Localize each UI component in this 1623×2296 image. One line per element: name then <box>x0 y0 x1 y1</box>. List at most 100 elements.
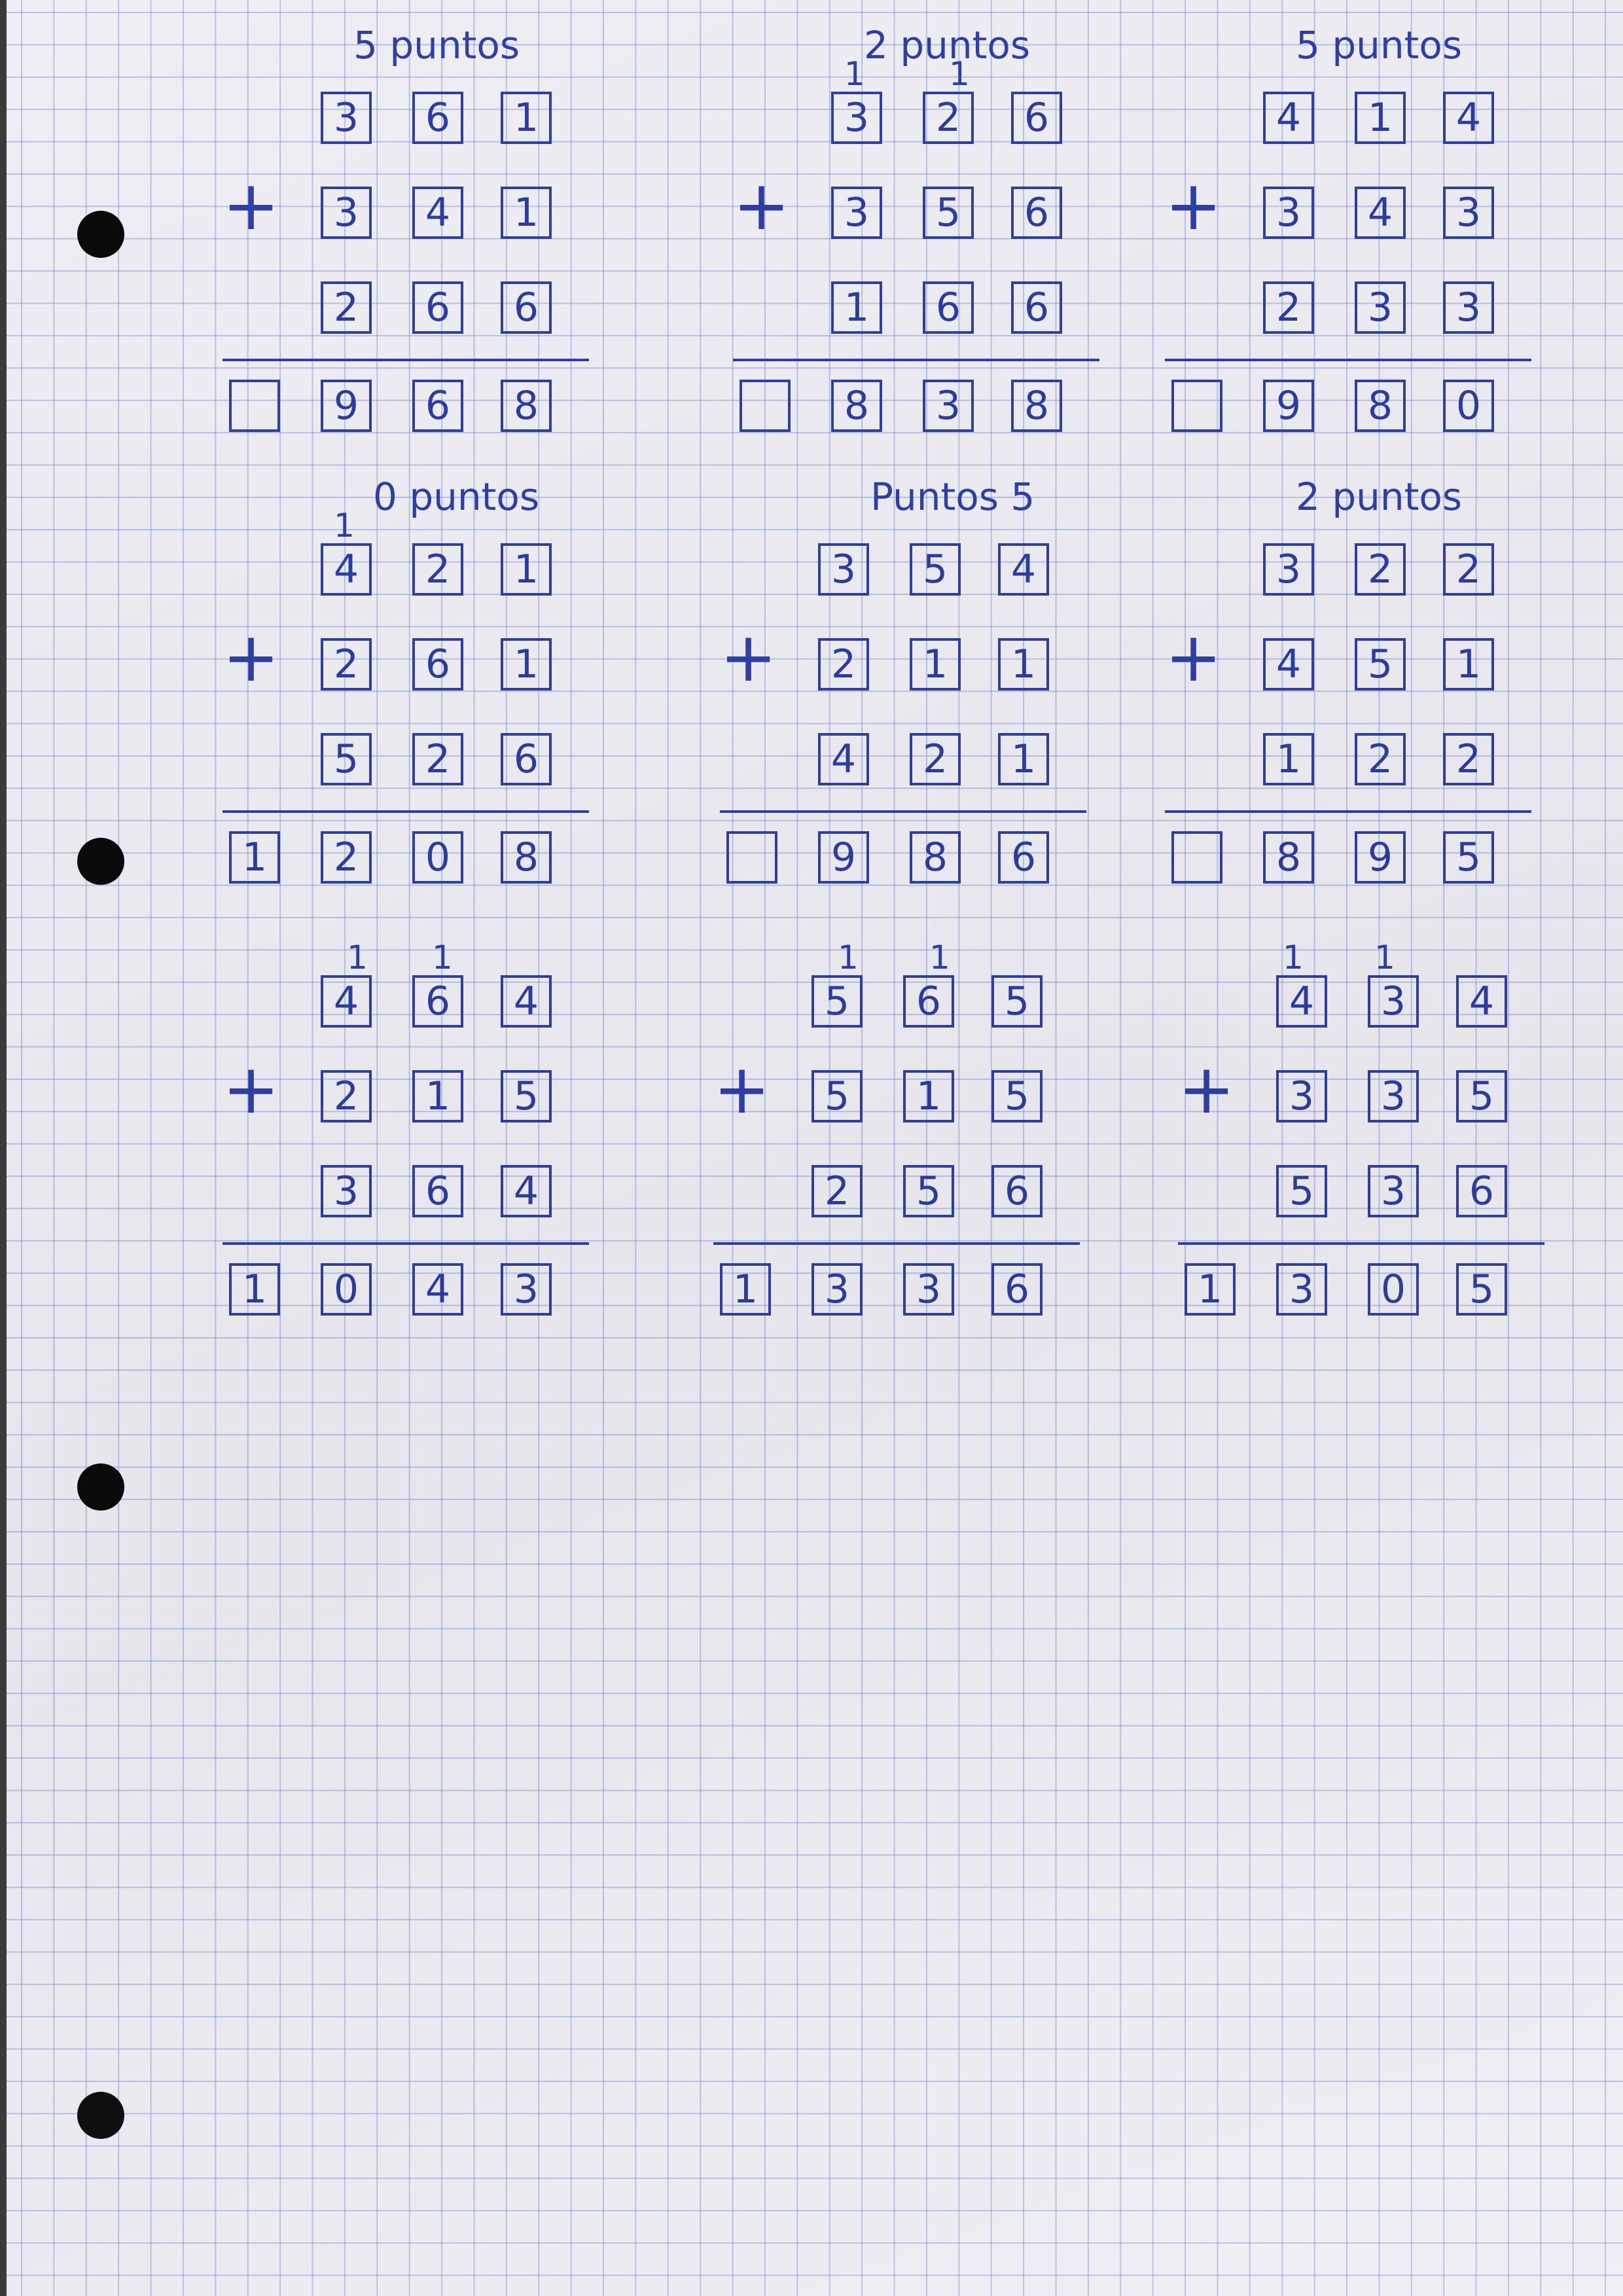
digit-box: 5 <box>991 1070 1043 1122</box>
result-box <box>1171 831 1222 884</box>
digit-box: 2 <box>923 92 974 144</box>
digit-box: 3 <box>1443 187 1494 239</box>
result-box: 8 <box>831 380 882 432</box>
result-box: 1 <box>720 1263 771 1316</box>
carry-digit: 1 <box>347 939 368 977</box>
digit-box: 5 <box>1355 638 1406 691</box>
sum-line <box>223 359 589 361</box>
result-box: 1 <box>229 1263 280 1316</box>
digit-box: 3 <box>831 187 882 239</box>
digit-box: 6 <box>903 975 954 1028</box>
digit-box: 2 <box>412 733 463 785</box>
sum-line <box>1165 810 1531 813</box>
sum-line <box>1178 1242 1544 1245</box>
plus-sign: + <box>733 166 791 245</box>
binder-hole <box>77 2092 124 2139</box>
carry-digit: 1 <box>838 939 859 977</box>
carry-digit: 1 <box>1374 939 1395 977</box>
result-box: 9 <box>321 380 372 432</box>
digit-box: 2 <box>1443 733 1494 785</box>
digit-box: 1 <box>501 543 552 596</box>
result-box: 8 <box>1011 380 1062 432</box>
result-box: 5 <box>1443 831 1494 884</box>
digit-box: 5 <box>991 975 1043 1028</box>
digit-box: 4 <box>412 187 463 239</box>
digit-box: 3 <box>1263 543 1314 596</box>
result-box: 5 <box>1456 1263 1507 1316</box>
digit-box: 6 <box>412 638 463 691</box>
result-box <box>1171 380 1222 432</box>
digit-box: 2 <box>321 638 372 691</box>
result-box: 8 <box>1355 380 1406 432</box>
digit-box: 6 <box>1456 1165 1507 1217</box>
result-box <box>740 380 791 432</box>
plus-sign: + <box>1165 617 1222 697</box>
result-box: 3 <box>812 1263 863 1316</box>
digit-box: 5 <box>1456 1070 1507 1122</box>
digit-box: 3 <box>321 92 372 144</box>
digit-box: 6 <box>501 281 552 334</box>
carry-digit: 1 <box>1283 939 1304 977</box>
digit-box: 6 <box>923 281 974 334</box>
digit-box: 4 <box>1276 975 1327 1028</box>
result-box: 2 <box>321 831 372 884</box>
result-box: 4 <box>412 1263 463 1316</box>
binder-hole <box>77 838 124 885</box>
digit-box: 3 <box>1263 187 1314 239</box>
digit-box: 3 <box>321 187 372 239</box>
carry-digit: 1 <box>949 55 970 93</box>
graph-paper-sheet: 5 puntos 3 6 1 3 4 1 2 6 6 +9 6 8 2 puntos 1 1 3 2 6 3 5 6 1 6 6… <box>7 0 1623 2296</box>
digit-box: 1 <box>910 638 961 691</box>
result-box: 0 <box>412 831 463 884</box>
digit-box: 1 <box>1443 638 1494 691</box>
digit-box: 6 <box>501 733 552 785</box>
result-box: 3 <box>923 380 974 432</box>
result-box: 6 <box>412 380 463 432</box>
digit-box: 5 <box>501 1070 552 1122</box>
plus-sign: + <box>223 166 280 245</box>
result-box: 3 <box>1276 1263 1327 1316</box>
result-box: 6 <box>998 831 1049 884</box>
result-box <box>229 380 280 432</box>
digit-box: 5 <box>910 543 961 596</box>
digit-box: 6 <box>412 1165 463 1217</box>
digit-box: 4 <box>998 543 1049 596</box>
digit-box: 4 <box>1443 92 1494 144</box>
carry-digit: 1 <box>432 939 453 977</box>
result-box <box>726 831 777 884</box>
sum-line <box>713 1242 1080 1245</box>
digit-box: 6 <box>412 281 463 334</box>
sum-line <box>733 359 1099 361</box>
digit-box: 2 <box>321 281 372 334</box>
digit-box: 3 <box>1276 1070 1327 1122</box>
digit-box: 1 <box>1263 733 1314 785</box>
carry-digit: 1 <box>334 507 355 545</box>
digit-box: 1 <box>998 733 1049 785</box>
digit-box: 2 <box>321 1070 372 1122</box>
result-box: 0 <box>321 1263 372 1316</box>
score-label: 5 puntos <box>1296 23 1463 67</box>
digit-box: 4 <box>818 733 869 785</box>
digit-box: 3 <box>1443 281 1494 334</box>
binder-hole <box>77 1463 124 1511</box>
result-box: 3 <box>903 1263 954 1316</box>
digit-box: 4 <box>321 975 372 1028</box>
score-label: 2 puntos <box>864 23 1031 67</box>
plus-sign: + <box>223 617 280 697</box>
result-box: 8 <box>501 831 552 884</box>
digit-box: 3 <box>1368 1070 1419 1122</box>
result-box: 0 <box>1443 380 1494 432</box>
binder-hole <box>77 211 124 258</box>
digit-box: 2 <box>1443 543 1494 596</box>
digit-box: 5 <box>321 733 372 785</box>
digit-box: 2 <box>812 1165 863 1217</box>
digit-box: 2 <box>1355 543 1406 596</box>
digit-box: 2 <box>910 733 961 785</box>
result-box: 9 <box>818 831 869 884</box>
plus-sign: + <box>720 617 777 697</box>
digit-box: 6 <box>412 92 463 144</box>
sum-line <box>223 810 589 813</box>
plus-sign: + <box>1165 166 1222 245</box>
sum-line <box>1165 359 1531 361</box>
plus-sign: + <box>223 1049 280 1129</box>
